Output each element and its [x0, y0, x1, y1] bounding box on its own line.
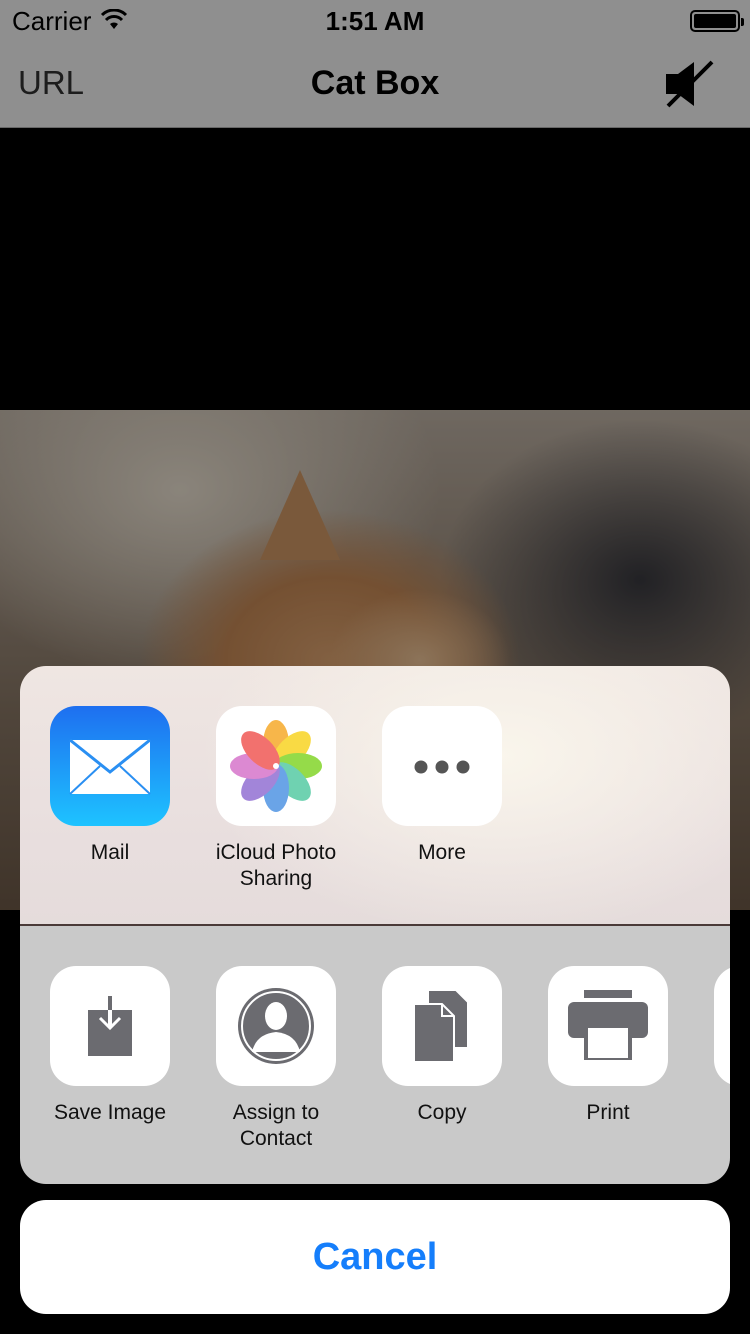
action-label: Assign to Contact	[232, 1101, 320, 1150]
action-label: Save Image	[53, 1101, 167, 1124]
contact-icon	[216, 966, 336, 1086]
cancel-button[interactable]: Cancel	[20, 1200, 730, 1314]
share-app-label: iCloud Photo Sharing	[215, 841, 337, 890]
share-app-mail[interactable]: Mail	[27, 706, 193, 866]
copy-icon	[382, 966, 502, 1086]
mail-icon	[50, 706, 170, 826]
action-assign-to-contact[interactable]: Assign to Contact	[193, 966, 359, 1152]
share-app-more[interactable]: More	[359, 706, 525, 866]
more-icon	[382, 706, 502, 826]
share-actions-row[interactable]: Save Image Assign to Contact Copy Print	[20, 926, 730, 1184]
share-app-label: More	[418, 841, 466, 864]
action-print[interactable]: Print	[525, 966, 691, 1126]
share-app-label: Mail	[90, 841, 130, 864]
action-next-partial[interactable]	[714, 966, 730, 1086]
action-copy[interactable]: Copy	[359, 966, 525, 1126]
action-label: Copy	[417, 1101, 467, 1124]
photos-icon	[216, 706, 336, 826]
print-icon	[548, 966, 668, 1086]
action-save-image[interactable]: Save Image	[27, 966, 193, 1126]
share-apps-row: Mail iCloud Photo Sharing More	[20, 666, 730, 924]
share-app-icloud-photo-sharing[interactable]: iCloud Photo Sharing	[193, 706, 359, 892]
save-image-icon	[50, 966, 170, 1086]
share-sheet: Mail iCloud Photo Sharing More Save Imag…	[20, 666, 730, 1184]
action-label: Print	[586, 1101, 630, 1124]
